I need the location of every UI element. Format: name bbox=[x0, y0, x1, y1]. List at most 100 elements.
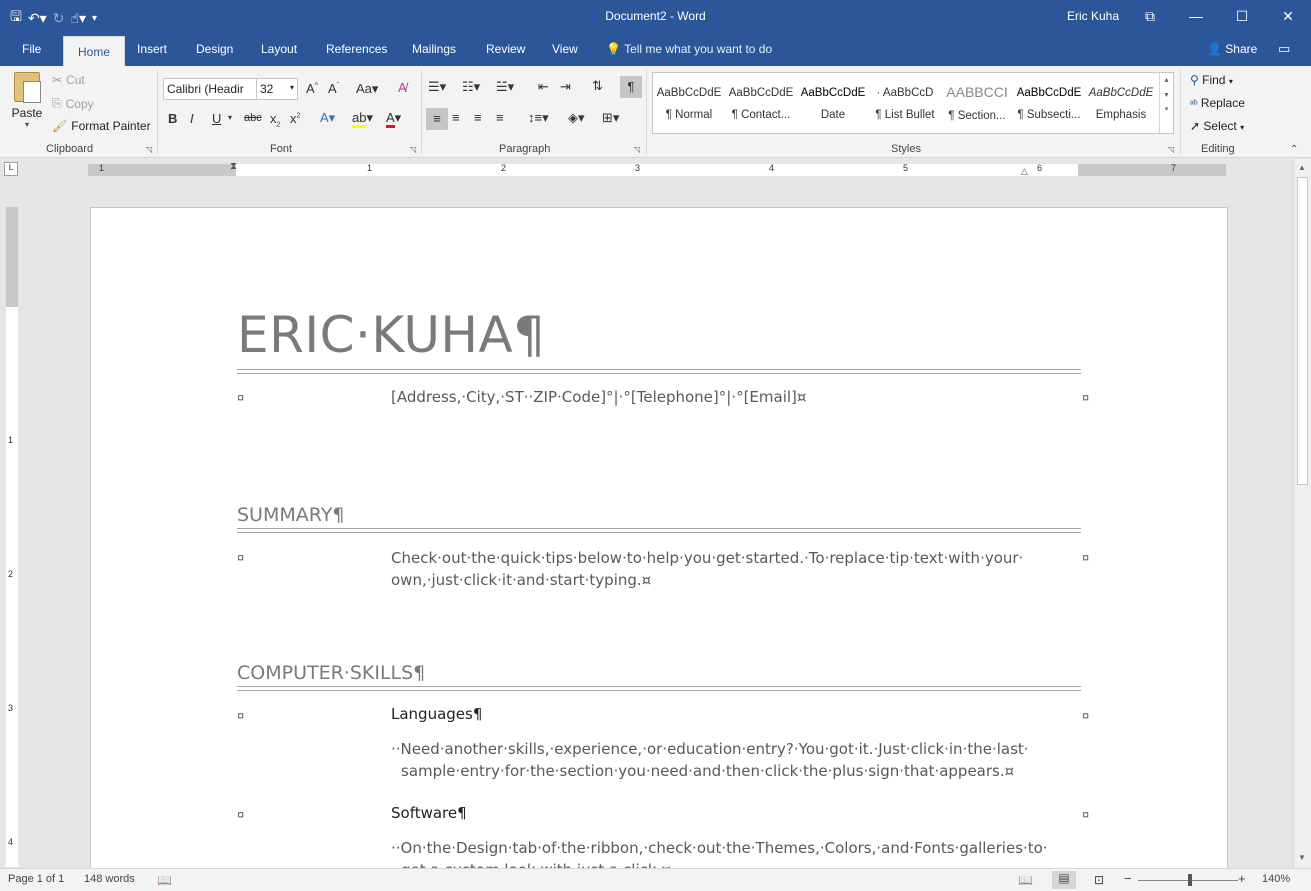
tab-mailings[interactable]: Mailings bbox=[412, 42, 456, 56]
computer-skills-heading[interactable]: COMPUTER·SKILLS¶ bbox=[237, 662, 425, 684]
software-subheading[interactable]: Software¶ bbox=[391, 804, 467, 822]
tell-me-search[interactable]: 💡 Tell me what you want to do bbox=[606, 42, 772, 56]
select-button[interactable]: ➚ Select ▾ bbox=[1190, 119, 1244, 133]
close-icon[interactable]: ✕ bbox=[1265, 0, 1311, 32]
vertical-ruler[interactable]: 1 2 3 4 bbox=[6, 207, 18, 867]
styles-gallery-scroll[interactable]: ▲ ▼ ▾ bbox=[1159, 73, 1173, 133]
style-list-bullet[interactable]: · AaBbCcD ¶ List Bullet bbox=[869, 73, 941, 133]
copy-button[interactable]: ⎘ Copy bbox=[52, 96, 94, 111]
languages-text[interactable]: ··Need·another·skills,·experience,·or·ed… bbox=[391, 738, 1031, 782]
tab-view[interactable]: View bbox=[552, 42, 578, 56]
increase-indent-icon[interactable]: ⇥ bbox=[560, 79, 571, 95]
horizontal-ruler[interactable]: 1 1 2 3 4 5 6 7 ⧗ △ bbox=[88, 161, 1226, 177]
paste-button[interactable]: Paste ▾ bbox=[8, 72, 46, 129]
text-effects-icon[interactable]: A▾ bbox=[320, 110, 335, 126]
font-color-icon[interactable]: A▾ bbox=[386, 110, 401, 128]
styles-dialog-launcher-icon[interactable]: ◹ bbox=[1168, 145, 1174, 154]
show-formatting-marks-icon[interactable]: ¶ bbox=[620, 76, 642, 98]
indent-marker-icon[interactable]: ⧗ bbox=[230, 161, 237, 172]
summary-heading[interactable]: SUMMARY¶ bbox=[237, 504, 344, 526]
page-count[interactable]: Page 1 of 1 bbox=[8, 873, 64, 885]
comments-icon[interactable]: ▭ bbox=[1278, 41, 1290, 57]
minimize-icon[interactable]: — bbox=[1173, 0, 1219, 32]
italic-icon[interactable]: I bbox=[190, 111, 194, 126]
software-text[interactable]: ··On·the·Design·tab·of·the·ribbon,·check… bbox=[391, 837, 1048, 868]
format-painter-button[interactable]: 🖌 Format Painter bbox=[52, 119, 151, 133]
line-spacing-icon[interactable]: ↕≡▾ bbox=[528, 110, 549, 126]
scroll-thumb[interactable] bbox=[1297, 177, 1308, 485]
chevron-down-icon[interactable]: ▼ bbox=[1160, 92, 1173, 99]
font-size-box[interactable]: 32 ▾ bbox=[256, 78, 298, 100]
style-date[interactable]: AaBbCcDdE Date bbox=[797, 73, 869, 133]
tab-design[interactable]: Design bbox=[196, 42, 233, 56]
read-mode-icon[interactable]: 📖 bbox=[1018, 873, 1033, 887]
tab-references[interactable]: References bbox=[326, 42, 387, 56]
find-button[interactable]: ⚲ Find ▾ bbox=[1190, 73, 1233, 87]
sort-icon[interactable]: ⇅ bbox=[592, 78, 603, 94]
summary-text[interactable]: Check·out·the·quick·tips·below·to·help·y… bbox=[391, 547, 1031, 591]
paragraph-dialog-launcher-icon[interactable]: ◹ bbox=[634, 145, 640, 154]
subscript-icon[interactable]: x2 bbox=[270, 111, 280, 129]
maximize-icon[interactable]: ☐ bbox=[1219, 0, 1265, 32]
resume-name[interactable]: ERIC·KUHA¶ bbox=[237, 306, 546, 364]
style-contact[interactable]: AaBbCcDdE ¶ Contact... bbox=[725, 73, 797, 133]
zoom-out-icon[interactable]: − bbox=[1124, 871, 1132, 886]
ribbon-display-options-icon[interactable]: ⧉ bbox=[1127, 0, 1173, 32]
tab-layout[interactable]: Layout bbox=[261, 42, 297, 56]
shrink-font-icon[interactable]: Aˇ bbox=[328, 81, 339, 96]
align-center-icon[interactable]: ≡ bbox=[452, 110, 460, 125]
grow-font-icon[interactable]: A^ bbox=[306, 81, 318, 96]
tab-insert[interactable]: Insert bbox=[137, 42, 167, 56]
contact-info[interactable]: [Address,·City,·ST··ZIP·Code]°|·°[Teleph… bbox=[391, 386, 1031, 408]
borders-icon[interactable]: ⊞▾ bbox=[602, 110, 619, 126]
zoom-in-icon[interactable]: + bbox=[1238, 871, 1246, 886]
scroll-up-icon[interactable]: ▲ bbox=[1298, 163, 1306, 172]
underline-icon[interactable]: U bbox=[212, 111, 221, 126]
tab-selector[interactable]: L bbox=[4, 162, 18, 176]
style-normal[interactable]: AaBbCcDdE ¶ Normal bbox=[653, 73, 725, 133]
font-dialog-launcher-icon[interactable]: ◹ bbox=[410, 145, 416, 154]
languages-subheading[interactable]: Languages¶ bbox=[391, 705, 482, 723]
web-layout-icon[interactable]: ⊡ bbox=[1094, 873, 1104, 887]
change-case-icon[interactable]: Aa▾ bbox=[356, 81, 378, 97]
proofing-icon[interactable]: 📖 bbox=[157, 873, 172, 887]
zoom-level[interactable]: 140% bbox=[1262, 873, 1290, 885]
align-right-icon[interactable]: ≡ bbox=[474, 110, 482, 125]
bold-icon[interactable]: B bbox=[168, 111, 177, 126]
align-left-icon[interactable]: ≡ bbox=[426, 108, 448, 130]
superscript-icon[interactable]: x2 bbox=[290, 111, 300, 126]
collapse-ribbon-icon[interactable]: ⌃ bbox=[1290, 144, 1298, 155]
style-emphasis[interactable]: AaBbCcDdE Emphasis bbox=[1085, 73, 1157, 133]
tab-review[interactable]: Review bbox=[486, 42, 525, 56]
zoom-slider-handle[interactable] bbox=[1188, 874, 1192, 886]
document-canvas[interactable]: ERIC·KUHA¶ ¤ [Address,·City,·ST··ZIP·Cod… bbox=[22, 181, 1292, 868]
print-layout-icon[interactable]: ▤ bbox=[1052, 871, 1076, 889]
scroll-down-icon[interactable]: ▼ bbox=[1298, 853, 1306, 862]
numbering-icon[interactable]: ☷▾ bbox=[462, 79, 480, 95]
document-page[interactable]: ERIC·KUHA¶ ¤ [Address,·City,·ST··ZIP·Cod… bbox=[90, 207, 1228, 868]
clear-formatting-icon[interactable]: A̸ bbox=[398, 80, 407, 95]
style-subsection[interactable]: AaBbCcDdE ¶ Subsecti... bbox=[1013, 73, 1085, 133]
share-button[interactable]: 👤 Share bbox=[1207, 42, 1257, 56]
style-section[interactable]: AABBCCI ¶ Section... bbox=[941, 73, 1013, 133]
cut-button[interactable]: ✂ Cut bbox=[52, 73, 85, 87]
multilevel-list-icon[interactable]: ☱▾ bbox=[496, 79, 514, 95]
user-name[interactable]: Eric Kuha bbox=[1067, 9, 1119, 23]
tab-file[interactable]: File bbox=[22, 42, 41, 56]
right-indent-marker-icon[interactable]: △ bbox=[1021, 166, 1028, 177]
justify-icon[interactable]: ≡ bbox=[496, 110, 504, 125]
bullets-icon[interactable]: ☰▾ bbox=[428, 79, 446, 95]
highlight-color-icon[interactable]: ab▾ bbox=[352, 110, 373, 128]
decrease-indent-icon[interactable]: ⇤ bbox=[538, 79, 549, 95]
replace-button[interactable]: ᵃᵇ Replace bbox=[1190, 96, 1245, 110]
chevron-down-icon[interactable]: ▾ bbox=[228, 113, 232, 122]
clipboard-dialog-launcher-icon[interactable]: ◹ bbox=[146, 145, 152, 154]
more-styles-icon[interactable]: ▾ bbox=[1160, 105, 1173, 113]
vertical-scrollbar[interactable]: ▲ ▼ bbox=[1293, 159, 1311, 868]
tab-home[interactable]: Home bbox=[63, 36, 126, 66]
strikethrough-icon[interactable]: abc bbox=[244, 112, 262, 124]
font-name-box[interactable]: Calibri (Headir bbox=[163, 78, 257, 100]
word-count[interactable]: 148 words bbox=[84, 873, 135, 885]
chevron-up-icon[interactable]: ▲ bbox=[1160, 77, 1173, 84]
shading-icon[interactable]: ◈▾ bbox=[568, 110, 585, 126]
